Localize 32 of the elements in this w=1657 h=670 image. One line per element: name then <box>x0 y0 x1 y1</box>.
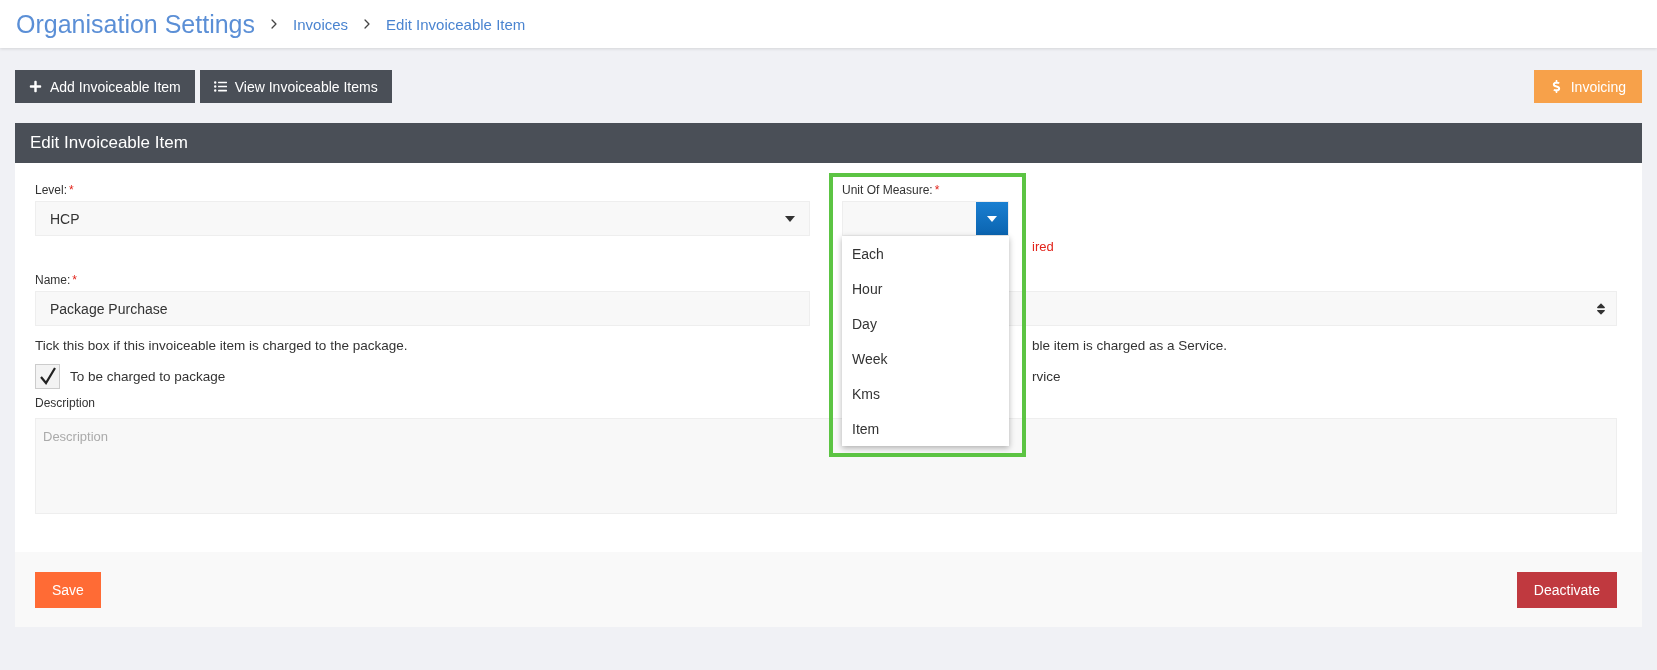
deactivate-button[interactable]: Deactivate <box>1516 571 1617 608</box>
field-label: Description <box>35 396 97 410</box>
checkbox-label: rvice <box>1032 368 1061 384</box>
dropdown-button[interactable] <box>976 202 1008 235</box>
dropdown-option[interactable]: Hour <box>842 271 1009 306</box>
list-icon <box>213 80 227 93</box>
error-text: ired <box>1032 239 1054 254</box>
dropdown-option[interactable]: Week <box>842 341 1009 376</box>
panel-header: Edit Invoiceable Item <box>15 123 1642 163</box>
hint-text: Tick this box if this invoiceable item is charged to the package. <box>35 338 409 355</box>
check-icon <box>38 367 57 385</box>
spinner-icon <box>1594 301 1608 316</box>
plus-icon <box>29 80 42 93</box>
level-select[interactable]: HCP <box>35 201 810 236</box>
caret-icon <box>785 215 795 222</box>
checkbox[interactable] <box>35 363 60 389</box>
field-label: Name: * <box>35 273 78 287</box>
caret-icon <box>987 215 997 222</box>
field-label: Level: * <box>35 183 75 197</box>
toolbar-button[interactable]: View Invoiceable Items <box>199 70 392 103</box>
breadcrumb-link[interactable]: Invoices <box>293 15 349 33</box>
page-title: Organisation Settings <box>16 9 256 39</box>
breadcrumb-link[interactable]: Edit Invoiceable Item <box>386 15 526 33</box>
toolbar-button[interactable]: Add Invoiceable Item <box>15 70 195 103</box>
checkbox-label: To be charged to package <box>70 368 226 384</box>
dropdown-option[interactable]: Each <box>842 236 1009 271</box>
dropdown-option[interactable]: Kms <box>842 376 1009 411</box>
field-label: Unit Of Measure: * <box>842 183 941 197</box>
name-field[interactable]: Package Purchase <box>35 291 810 326</box>
hint-text: ble item is charged as a Service. <box>1032 338 1228 353</box>
dropdown-option[interactable]: Day <box>842 306 1009 341</box>
unit-select[interactable] <box>842 201 1009 236</box>
